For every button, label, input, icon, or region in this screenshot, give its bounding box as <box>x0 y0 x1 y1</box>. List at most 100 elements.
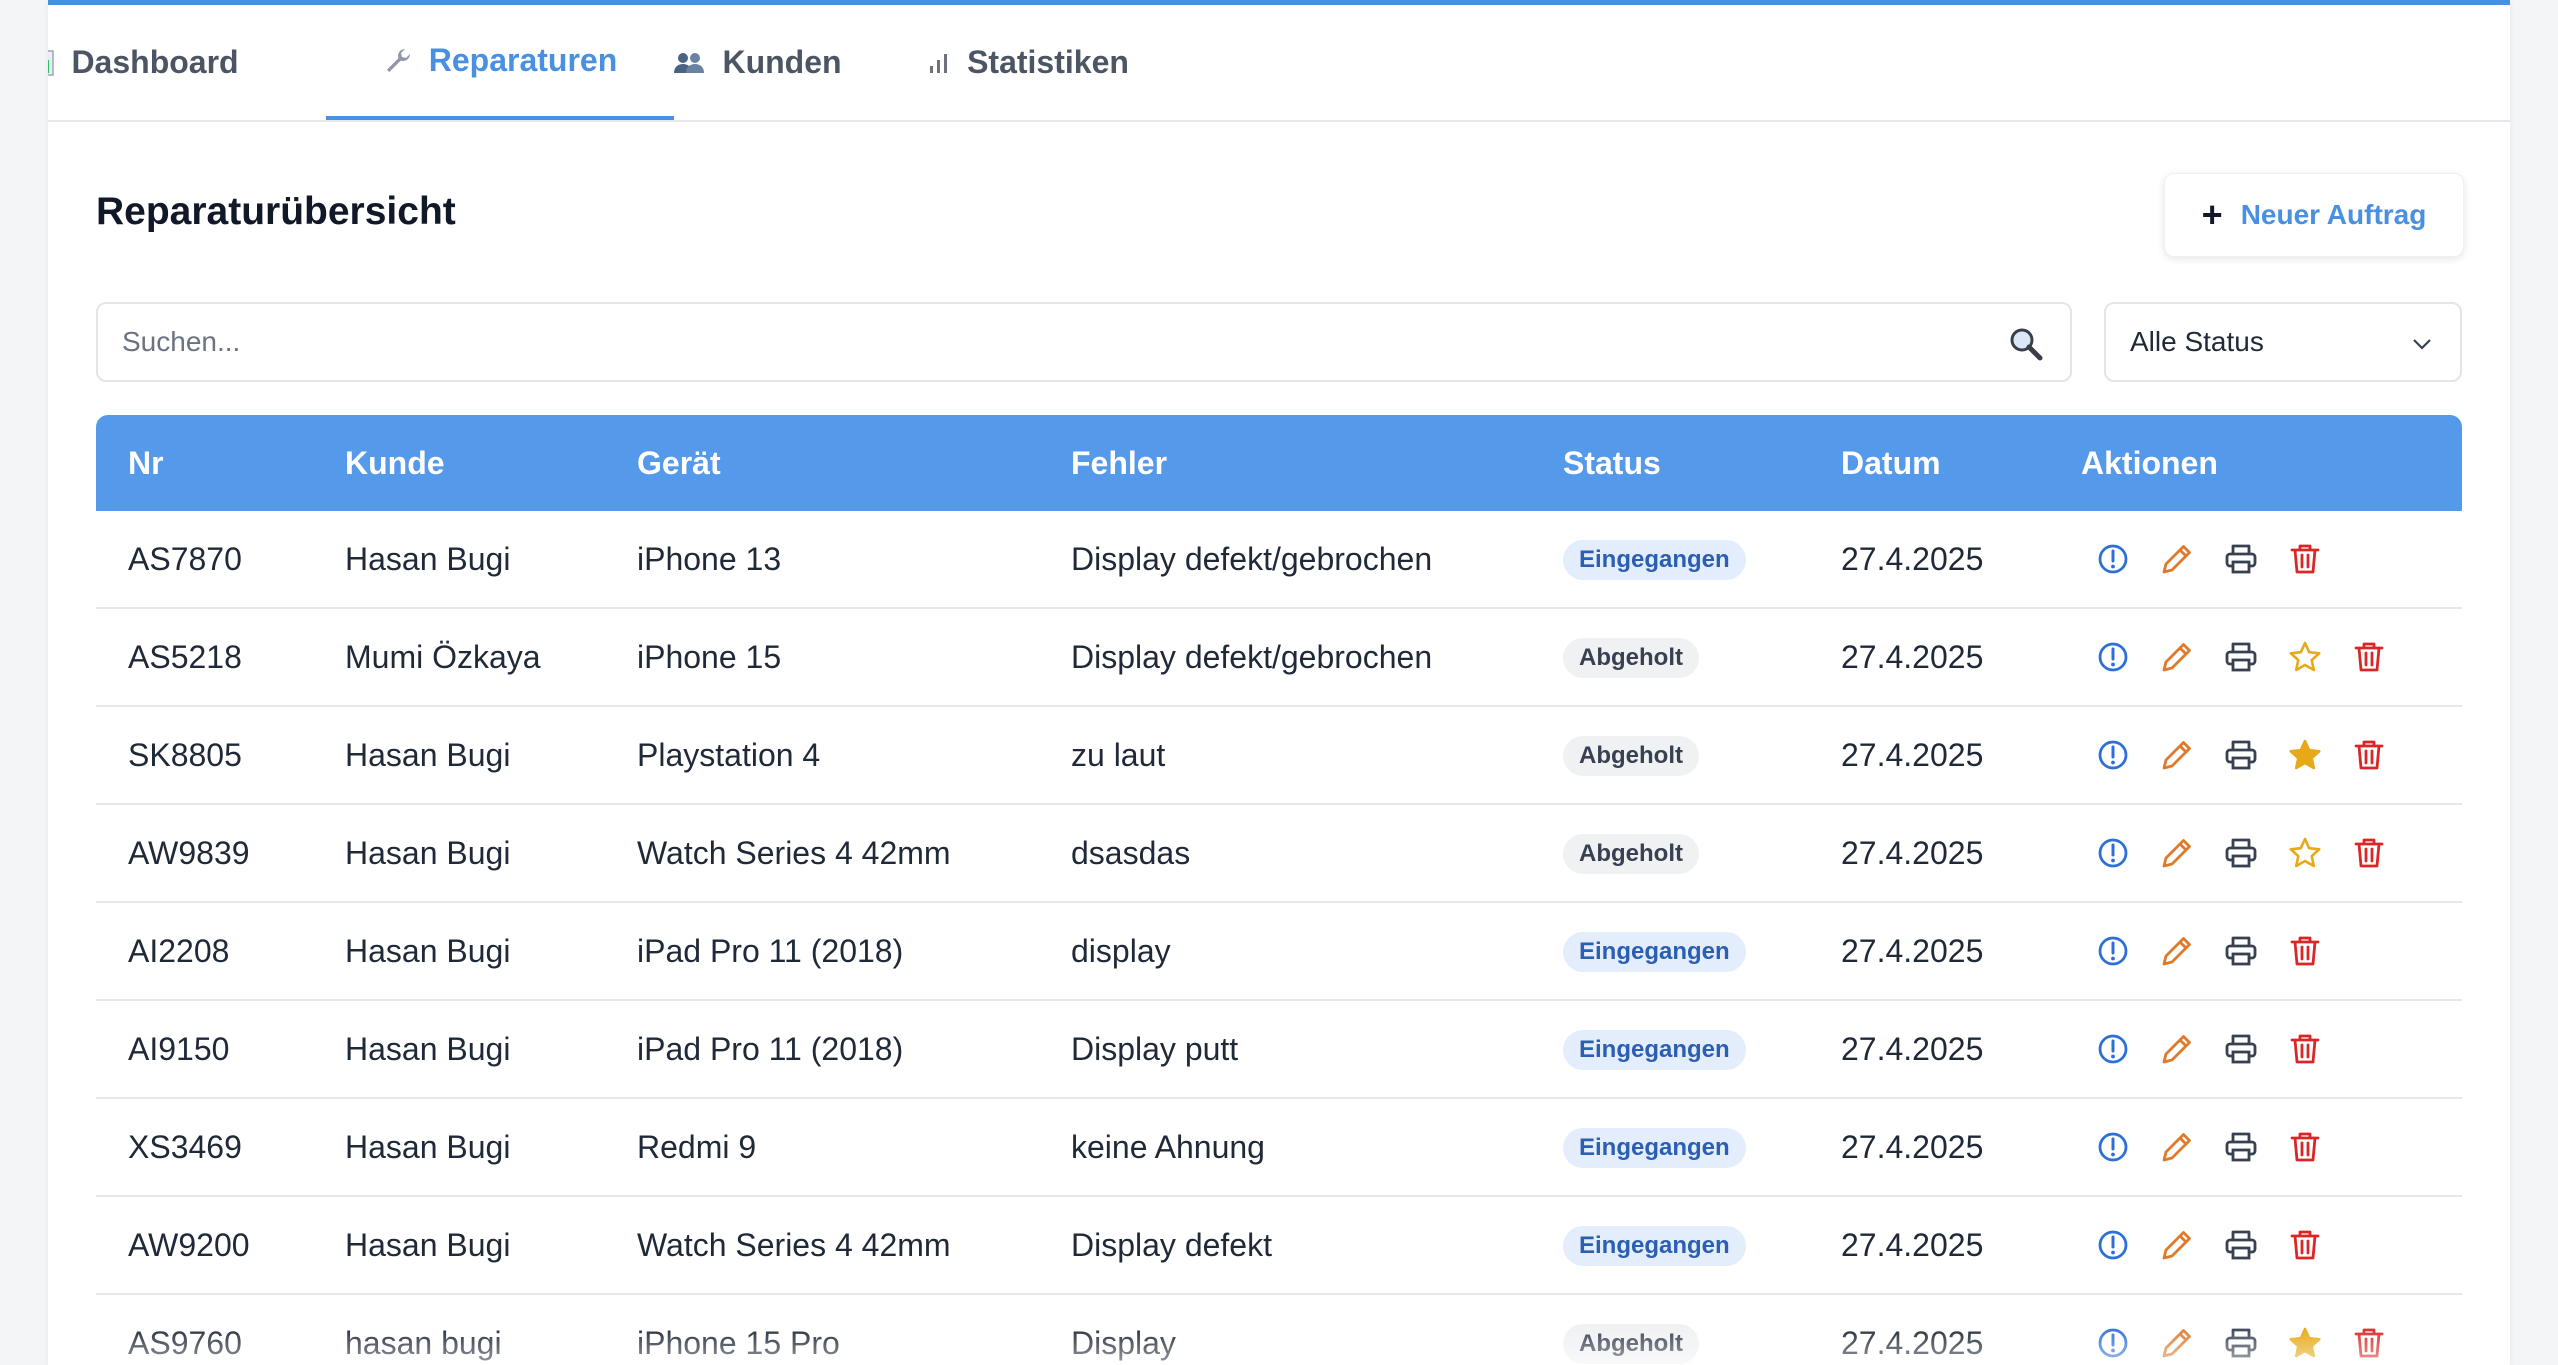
cell-geraet: Playstation 4 <box>637 737 821 773</box>
cell-geraet: iPad Pro 11 (2018) <box>637 933 904 969</box>
table-row[interactable]: AI9150 Hasan Bugi iPad Pro 11 (2018) Displa… <box>96 1001 2462 1099</box>
status-badge: Eingegangen <box>1563 1128 1746 1168</box>
info-circle-icon[interactable] <box>2095 1325 2131 1361</box>
cell-datum: 27.4.2025 <box>1841 541 1984 577</box>
cell-geraet: Redmi 9 <box>637 1129 757 1165</box>
cell-kunde: Hasan Bugi <box>345 835 511 871</box>
cell-nr: AW9200 <box>128 1227 250 1263</box>
printer-icon[interactable] <box>2223 541 2259 577</box>
cell-kunde: Hasan Bugi <box>345 737 511 773</box>
tab-dashboard[interactable]: Dashboard <box>48 5 239 120</box>
printer-icon[interactable] <box>2223 933 2259 969</box>
pencil-icon[interactable] <box>2159 1227 2195 1263</box>
column-header-status[interactable]: Status <box>1563 415 1661 511</box>
table-row[interactable]: AW9839 Hasan Bugi Watch Series 4 42mm dsasd… <box>96 805 2462 903</box>
column-header-nr[interactable]: Nr <box>128 415 164 511</box>
printer-icon[interactable] <box>2223 639 2259 675</box>
info-circle-icon[interactable] <box>2095 1129 2131 1165</box>
table-row[interactable]: AS7870 Hasan Bugi iPhone 13 Display defekt/… <box>96 511 2462 609</box>
status-badge: Abgeholt <box>1563 1324 1699 1364</box>
trash-icon[interactable] <box>2351 835 2387 871</box>
info-circle-icon[interactable] <box>2095 933 2131 969</box>
cell-fehler: dsasdas <box>1071 835 1191 871</box>
table-header: Nr Kunde Gerät Fehler Status Datum Aktio… <box>96 415 2462 511</box>
tab-reparaturen[interactable]: Reparaturen <box>326 5 674 120</box>
trash-icon[interactable] <box>2287 541 2323 577</box>
cell-kunde: Hasan Bugi <box>345 1031 511 1067</box>
new-order-button[interactable]: + Neuer Auftrag <box>2164 173 2464 257</box>
bar-chart-icon <box>48 49 55 77</box>
column-header-kunde[interactable]: Kunde <box>345 415 445 511</box>
table-row[interactable]: AI2208 Hasan Bugi iPad Pro 11 (2018) displa… <box>96 903 2462 1001</box>
cell-nr: AW9839 <box>128 835 250 871</box>
pencil-icon[interactable] <box>2159 933 2195 969</box>
search-box <box>96 302 2072 382</box>
info-circle-icon[interactable] <box>2095 835 2131 871</box>
printer-icon[interactable] <box>2223 1129 2259 1165</box>
table-row[interactable]: SK8805 Hasan Bugi Playstation 4 zu laut 27.4… <box>96 707 2462 805</box>
pencil-icon[interactable] <box>2159 1129 2195 1165</box>
column-header-datum[interactable]: Datum <box>1841 415 1941 511</box>
pencil-icon[interactable] <box>2159 737 2195 773</box>
table-row[interactable]: AW9200 Hasan Bugi Watch Series 4 42mm Displ… <box>96 1197 2462 1295</box>
status-badge: Eingegangen <box>1563 1030 1746 1070</box>
cell-datum: 27.4.2025 <box>1841 737 1984 773</box>
pencil-icon[interactable] <box>2159 639 2195 675</box>
cell-geraet: Watch Series 4 42mm <box>637 835 951 871</box>
star-outline-icon[interactable] <box>2287 835 2323 871</box>
info-circle-icon[interactable] <box>2095 737 2131 773</box>
info-circle-icon[interactable] <box>2095 639 2131 675</box>
tab-kunden[interactable]: Kunden <box>652 5 862 120</box>
tab-reparaturen-label: Reparaturen <box>428 42 618 78</box>
status-badge: Abgeholt <box>1563 638 1699 678</box>
repairs-table: Nr Kunde Gerät Fehler Status Datum Aktio… <box>96 415 2462 1365</box>
star-filled-icon[interactable] <box>2287 737 2323 773</box>
star-outline-icon[interactable] <box>2287 639 2323 675</box>
cell-nr: AI9150 <box>128 1031 230 1067</box>
trash-icon[interactable] <box>2287 933 2323 969</box>
printer-icon[interactable] <box>2223 1227 2259 1263</box>
printer-icon[interactable] <box>2223 835 2259 871</box>
pencil-icon[interactable] <box>2159 1031 2195 1067</box>
info-circle-icon[interactable] <box>2095 1031 2131 1067</box>
cell-datum: 27.4.2025 <box>1841 1031 1984 1067</box>
trash-icon[interactable] <box>2351 1325 2387 1361</box>
cell-kunde: hasan bugi <box>345 1325 502 1361</box>
table-row[interactable]: AS9760 hasan bugi iPhone 15 Pro Display 27.4… <box>96 1295 2462 1365</box>
magnifier-icon[interactable] <box>2008 326 2044 362</box>
cell-kunde: Hasan Bugi <box>345 933 511 969</box>
table-row[interactable]: XS3469 Hasan Bugi Redmi 9 keine Ahnung 27.4.… <box>96 1099 2462 1197</box>
printer-icon[interactable] <box>2223 1031 2259 1067</box>
cell-nr: SK8805 <box>128 737 242 773</box>
cell-kunde: Hasan Bugi <box>345 1129 511 1165</box>
wrench-icon <box>383 46 413 76</box>
trash-icon[interactable] <box>2351 737 2387 773</box>
pencil-icon[interactable] <box>2159 835 2195 871</box>
status-filter-select[interactable]: Alle Status <box>2104 302 2462 382</box>
info-circle-icon[interactable] <box>2095 1227 2131 1263</box>
printer-icon[interactable] <box>2223 737 2259 773</box>
printer-icon[interactable] <box>2223 1325 2259 1361</box>
tab-statistiken[interactable]: Statistiken <box>900 5 1156 120</box>
cell-datum: 27.4.2025 <box>1841 1129 1984 1165</box>
cell-fehler: Display defekt/gebrochen <box>1071 639 1433 675</box>
table-row[interactable]: AS5218 Mumi Özkaya iPhone 15 Display defekt… <box>96 609 2462 707</box>
cell-fehler: display <box>1071 933 1171 969</box>
star-filled-icon[interactable] <box>2287 1325 2323 1361</box>
trash-icon[interactable] <box>2287 1129 2323 1165</box>
status-badge: Abgeholt <box>1563 834 1699 874</box>
column-header-geraet[interactable]: Gerät <box>637 415 721 511</box>
cell-nr: AI2208 <box>128 933 230 969</box>
trash-icon[interactable] <box>2351 639 2387 675</box>
pencil-icon[interactable] <box>2159 1325 2195 1361</box>
info-circle-icon[interactable] <box>2095 541 2131 577</box>
pencil-icon[interactable] <box>2159 541 2195 577</box>
cell-fehler: Display putt <box>1071 1031 1239 1067</box>
cell-nr: AS9760 <box>128 1325 242 1361</box>
trash-icon[interactable] <box>2287 1031 2323 1067</box>
cell-fehler: Display defekt/gebrochen <box>1071 541 1433 577</box>
trash-icon[interactable] <box>2287 1227 2323 1263</box>
search-input[interactable] <box>98 304 1978 380</box>
tab-kunden-label: Kunden <box>722 44 842 80</box>
column-header-fehler[interactable]: Fehler <box>1071 415 1167 511</box>
